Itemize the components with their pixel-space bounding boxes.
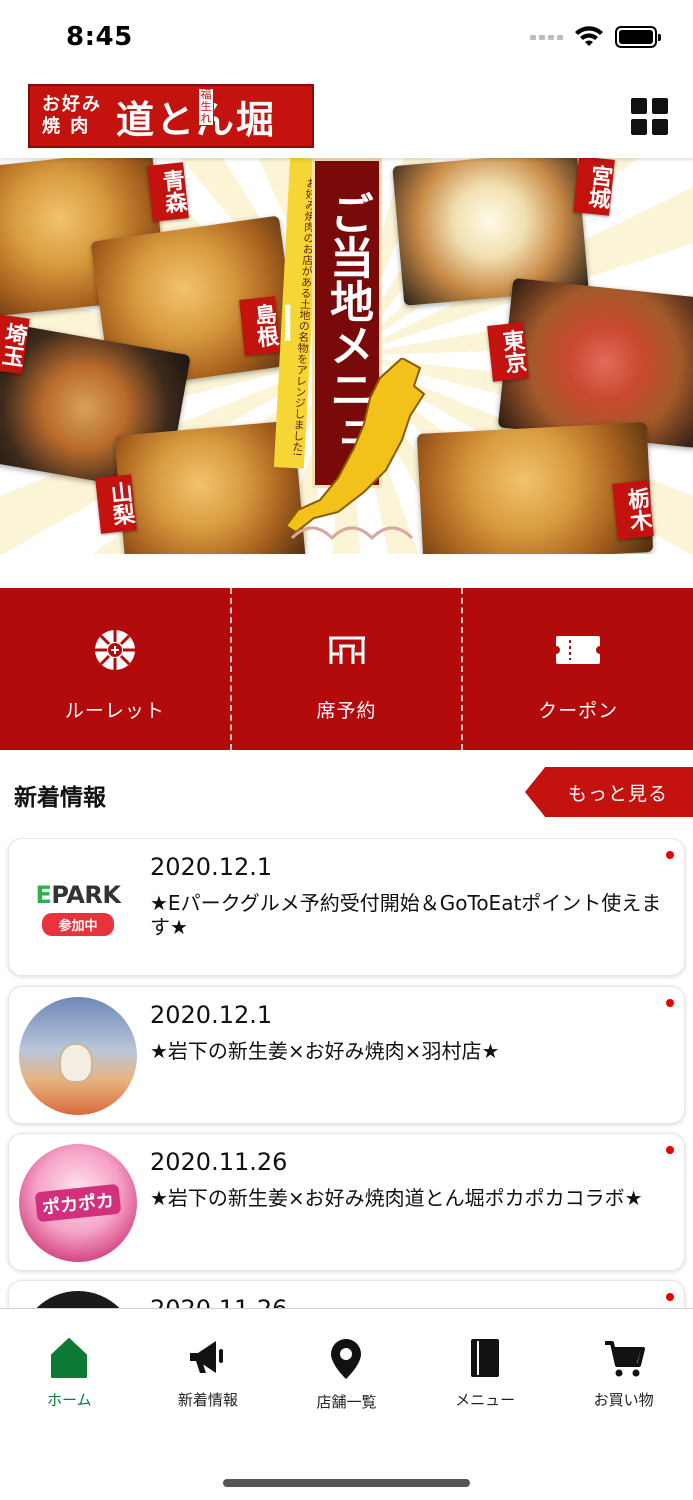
tab-news[interactable]: 新着情報 (139, 1309, 278, 1429)
brand-logo[interactable]: お好み 焼 肉 道とん堀 福生れ (28, 84, 314, 148)
see-more-button[interactable]: もっと見る (525, 767, 693, 817)
book-icon (471, 1339, 500, 1377)
home-indicator[interactable] (223, 1479, 470, 1487)
news-thumbnail (19, 997, 137, 1115)
unread-dot (666, 1293, 674, 1301)
unread-dot (666, 851, 674, 859)
coupon-icon (556, 636, 601, 664)
news-item[interactable]: 2020.12.1 ★岩下の新生姜×お好み焼肉×羽村店★ (8, 986, 685, 1124)
status-bar: 8:45 (0, 0, 693, 76)
news-date: 2020.12.1 (150, 853, 273, 881)
pref-label-yamanashi: 山梨 (95, 474, 137, 534)
tab-shop-label: お買い物 (593, 1391, 654, 1409)
coupon-button[interactable]: クーポン (463, 588, 693, 750)
news-item[interactable]: EPARK 参加中 2020.12.1 ★Eパークグルメ予約受付開始＆GoToE… (8, 838, 685, 976)
news-thumbnail (19, 1291, 137, 1308)
news-date: 2020.11.26 (150, 1148, 288, 1176)
logo-stamp: 福生れ (198, 88, 214, 126)
news-title: ★岩下の新生姜×お好み焼肉×羽村店★ (150, 1039, 500, 1063)
news-item[interactable]: ポカポカ 2020.11.26 ★岩下の新生姜×お好み焼肉道とん堀ポカポカコラボ… (8, 1133, 685, 1271)
cart-icon (604, 1341, 645, 1377)
pref-label-tokyo: 東京 (487, 322, 529, 382)
unread-dot (666, 1146, 674, 1154)
wifi-icon (575, 26, 603, 46)
tab-news-label: 新着情報 (177, 1391, 238, 1409)
logo-subtext: お好み 焼 肉 (42, 94, 102, 137)
logo-main-text: 道とん堀 (116, 96, 277, 142)
news-thumbnail: EPARK 参加中 (19, 849, 137, 967)
home-icon (51, 1338, 88, 1378)
pref-label-miyagi: 宮城 (573, 158, 615, 216)
promo-banner[interactable]: 青森 島根 埼玉 山梨 宮城 東京 栃木 お好み焼肉のお店がある土地の名物をアレ… (0, 158, 693, 554)
news-date: 2020.11.26 (150, 1295, 287, 1308)
pokapoka-logo: ポカポカ (34, 1183, 122, 1223)
news-thumbnail: ポカポカ (19, 1144, 137, 1262)
epark-logo: EPARK (35, 880, 121, 909)
seat-reservation-label: 席予約 (316, 700, 377, 722)
megaphone-icon (189, 1341, 223, 1373)
epark-logo-e: E (35, 880, 52, 909)
status-time: 8:45 (66, 22, 133, 52)
bottom-tab-bar: ホーム 新着情報 店舗一覧 メニュー お買い物 (0, 1308, 693, 1500)
epark-tag: 参加中 (42, 912, 114, 936)
app-header: お好み 焼 肉 道とん堀 福生れ (0, 76, 693, 158)
news-title: ★岩下の新生姜×お好み焼肉道とん堀ポカポカコラボ★ (150, 1186, 643, 1210)
roulette-icon (94, 630, 135, 670)
status-icons (530, 26, 661, 48)
tab-menu[interactable]: メニュー (416, 1309, 555, 1429)
grid-menu-icon[interactable] (631, 98, 669, 136)
news-item[interactable]: 2020.11.26 (8, 1280, 685, 1308)
roulette-button[interactable]: ルーレット (0, 588, 232, 750)
seat-reservation-icon (328, 636, 365, 664)
tab-home[interactable]: ホーム (0, 1309, 139, 1429)
roulette-label: ルーレット (64, 700, 165, 722)
tab-shop[interactable]: お買い物 (554, 1309, 693, 1429)
coupon-label: クーポン (538, 700, 619, 722)
tab-home-label: ホーム (47, 1391, 92, 1409)
pref-label-aomori: 青森 (147, 162, 189, 222)
news-date: 2020.12.1 (150, 1001, 273, 1029)
tab-stores[interactable]: 店舗一覧 (277, 1309, 416, 1429)
tab-menu-label: メニュー (455, 1391, 516, 1409)
unread-dot (666, 999, 674, 1007)
pref-label-tochigi: 栃木 (612, 480, 654, 540)
map-pin-icon (331, 1339, 362, 1379)
battery-icon (615, 26, 661, 48)
news-title: ★Eパークグルメ予約受付開始＆GoToEatポイント使えます★ (150, 891, 662, 939)
signal-icon (530, 34, 563, 40)
seat-reservation-button[interactable]: 席予約 (232, 588, 464, 750)
tab-stores-label: 店舗一覧 (316, 1393, 377, 1411)
action-row: ルーレット 席予約 クーポン (0, 588, 693, 750)
japan-map-icon (284, 358, 426, 541)
news-section-title: 新着情報 (14, 785, 106, 811)
news-list: EPARK 参加中 2020.12.1 ★Eパークグルメ予約受付開始＆GoToE… (0, 838, 693, 1308)
